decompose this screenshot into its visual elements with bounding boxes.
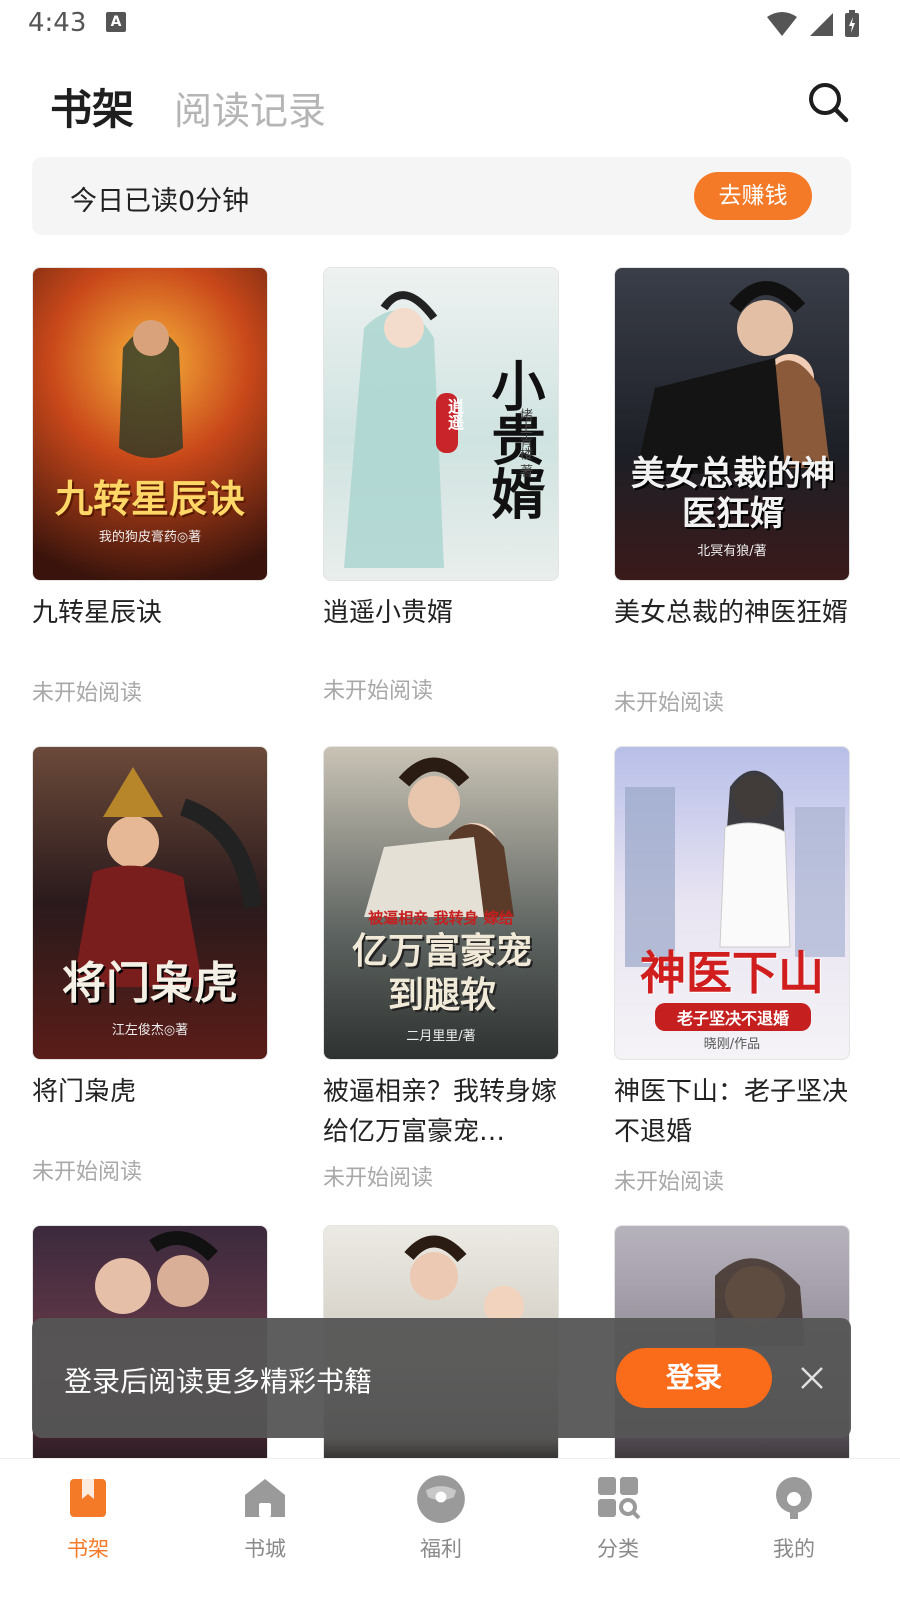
book-cover[interactable]: 九转星辰诀 我的狗皮膏药◎著 (32, 267, 268, 581)
nav-item-bookstore[interactable]: 书城 (205, 1459, 325, 1600)
bookshelf-icon (70, 1479, 106, 1517)
nav-item-profile[interactable]: 我的 (734, 1459, 854, 1600)
cover-title: 将门枭虎 (62, 958, 238, 1009)
book-read-status: 未开始阅读 (32, 681, 143, 706)
nav-item-bookshelf[interactable]: 书架 (28, 1459, 148, 1600)
book-read-status: 未开始阅读 (32, 1160, 143, 1185)
reading-time-banner: 今日已读0分钟 去赚钱 (32, 157, 851, 235)
cover-title: 九转星辰诀 (54, 476, 245, 521)
cover-author: 堵上青楼 著 (517, 408, 532, 478)
status-bar: 4:43 A (0, 0, 900, 50)
signal-icon (810, 13, 833, 36)
book-title[interactable]: 被逼相亲？我转身嫁给亿万富豪宠… (323, 1072, 559, 1156)
cover-author: 晓刚/作品 (703, 1037, 761, 1052)
close-icon[interactable] (796, 1362, 828, 1394)
cover-author: 北冥有狼/著 (697, 544, 767, 559)
tab-reading-history[interactable]: 阅读记录 (174, 80, 326, 135)
login-prompt-toast: 登录后阅读更多精彩书籍 登录 (32, 1318, 851, 1438)
nav-label-profile: 我的 (773, 1537, 815, 1561)
cover-author: 江左俊杰◎著 (111, 1023, 189, 1038)
status-time: 4:43 (28, 8, 87, 38)
wifi-icon (767, 12, 797, 36)
bottom-nav: 书架 书城 福利 分类 我的 (0, 1458, 900, 1600)
status-icons (766, 10, 860, 38)
cover-figure (635, 281, 830, 478)
nav-label-bookstore: 书城 (244, 1537, 286, 1561)
nav-item-category[interactable]: 分类 (558, 1459, 678, 1600)
cover-title: 神医下山 (640, 946, 824, 1000)
home-icon (245, 1479, 285, 1517)
book-title[interactable]: 逍遥小贵婿 (323, 593, 559, 633)
earn-money-button[interactable]: 去赚钱 (694, 172, 812, 220)
category-icon (598, 1477, 641, 1520)
tab-bookshelf[interactable]: 书架 (50, 76, 134, 137)
cover-sub-title: 老子坚决不退婚 (655, 1003, 811, 1031)
book-title[interactable]: 九转星辰诀 (32, 593, 268, 633)
book-read-status: 未开始阅读 (614, 1170, 725, 1195)
gift-bag-icon (417, 1475, 465, 1523)
cover-title: 小贵婿 (482, 358, 546, 520)
nav-item-welfare[interactable]: 福利 (381, 1459, 501, 1600)
book-cover[interactable]: 神医下山 老子坚决不退婚 晓刚/作品 (614, 746, 850, 1060)
nav-label-welfare: 福利 (420, 1537, 462, 1561)
book-title[interactable]: 美女总裁的神医狂婿 (614, 593, 850, 633)
book-read-status: 未开始阅读 (323, 679, 434, 704)
login-prompt-text: 登录后阅读更多精彩书籍 (64, 1365, 373, 1398)
book-cover[interactable]: 美女总裁的神医狂婿 北冥有狼/著 (614, 267, 850, 581)
cover-author: 二月里里/著 (406, 1029, 476, 1044)
nav-label-category: 分类 (597, 1537, 639, 1561)
cover-figure (73, 767, 262, 987)
login-button[interactable]: 登录 (616, 1348, 772, 1408)
cover-sub-title: 被逼相亲 我转身 嫁给 (368, 909, 514, 927)
notification-icon: A (106, 12, 126, 32)
book-read-status: 未开始阅读 (614, 691, 725, 716)
cover-author: 我的狗皮膏药◎著 (98, 530, 202, 545)
book-title[interactable]: 神医下山：老子坚决不退婚 (614, 1072, 850, 1152)
book-read-status: 未开始阅读 (323, 1166, 434, 1191)
cover-title: 美女总裁的神医狂婿 (631, 454, 835, 534)
reading-time-text: 今日已读0分钟 (70, 186, 250, 217)
nav-label-bookshelf: 书架 (67, 1537, 109, 1561)
header: 书架 阅读记录 (0, 60, 900, 150)
book-title[interactable]: 将门枭虎 (32, 1072, 268, 1112)
cover-title: 亿万富豪宠到腿软 (351, 930, 532, 1016)
battery-icon (845, 10, 859, 37)
profile-icon (776, 1477, 812, 1519)
search-icon[interactable] (806, 80, 850, 124)
book-cover[interactable]: 被逼相亲 我转身 嫁给 亿万富豪宠到腿软 二月里里/著 (323, 746, 559, 1060)
book-cover[interactable]: 将门枭虎 江左俊杰◎著 (32, 746, 268, 1060)
book-cover[interactable]: 逍遥 小贵婿 堵上青楼 著 (323, 267, 559, 581)
